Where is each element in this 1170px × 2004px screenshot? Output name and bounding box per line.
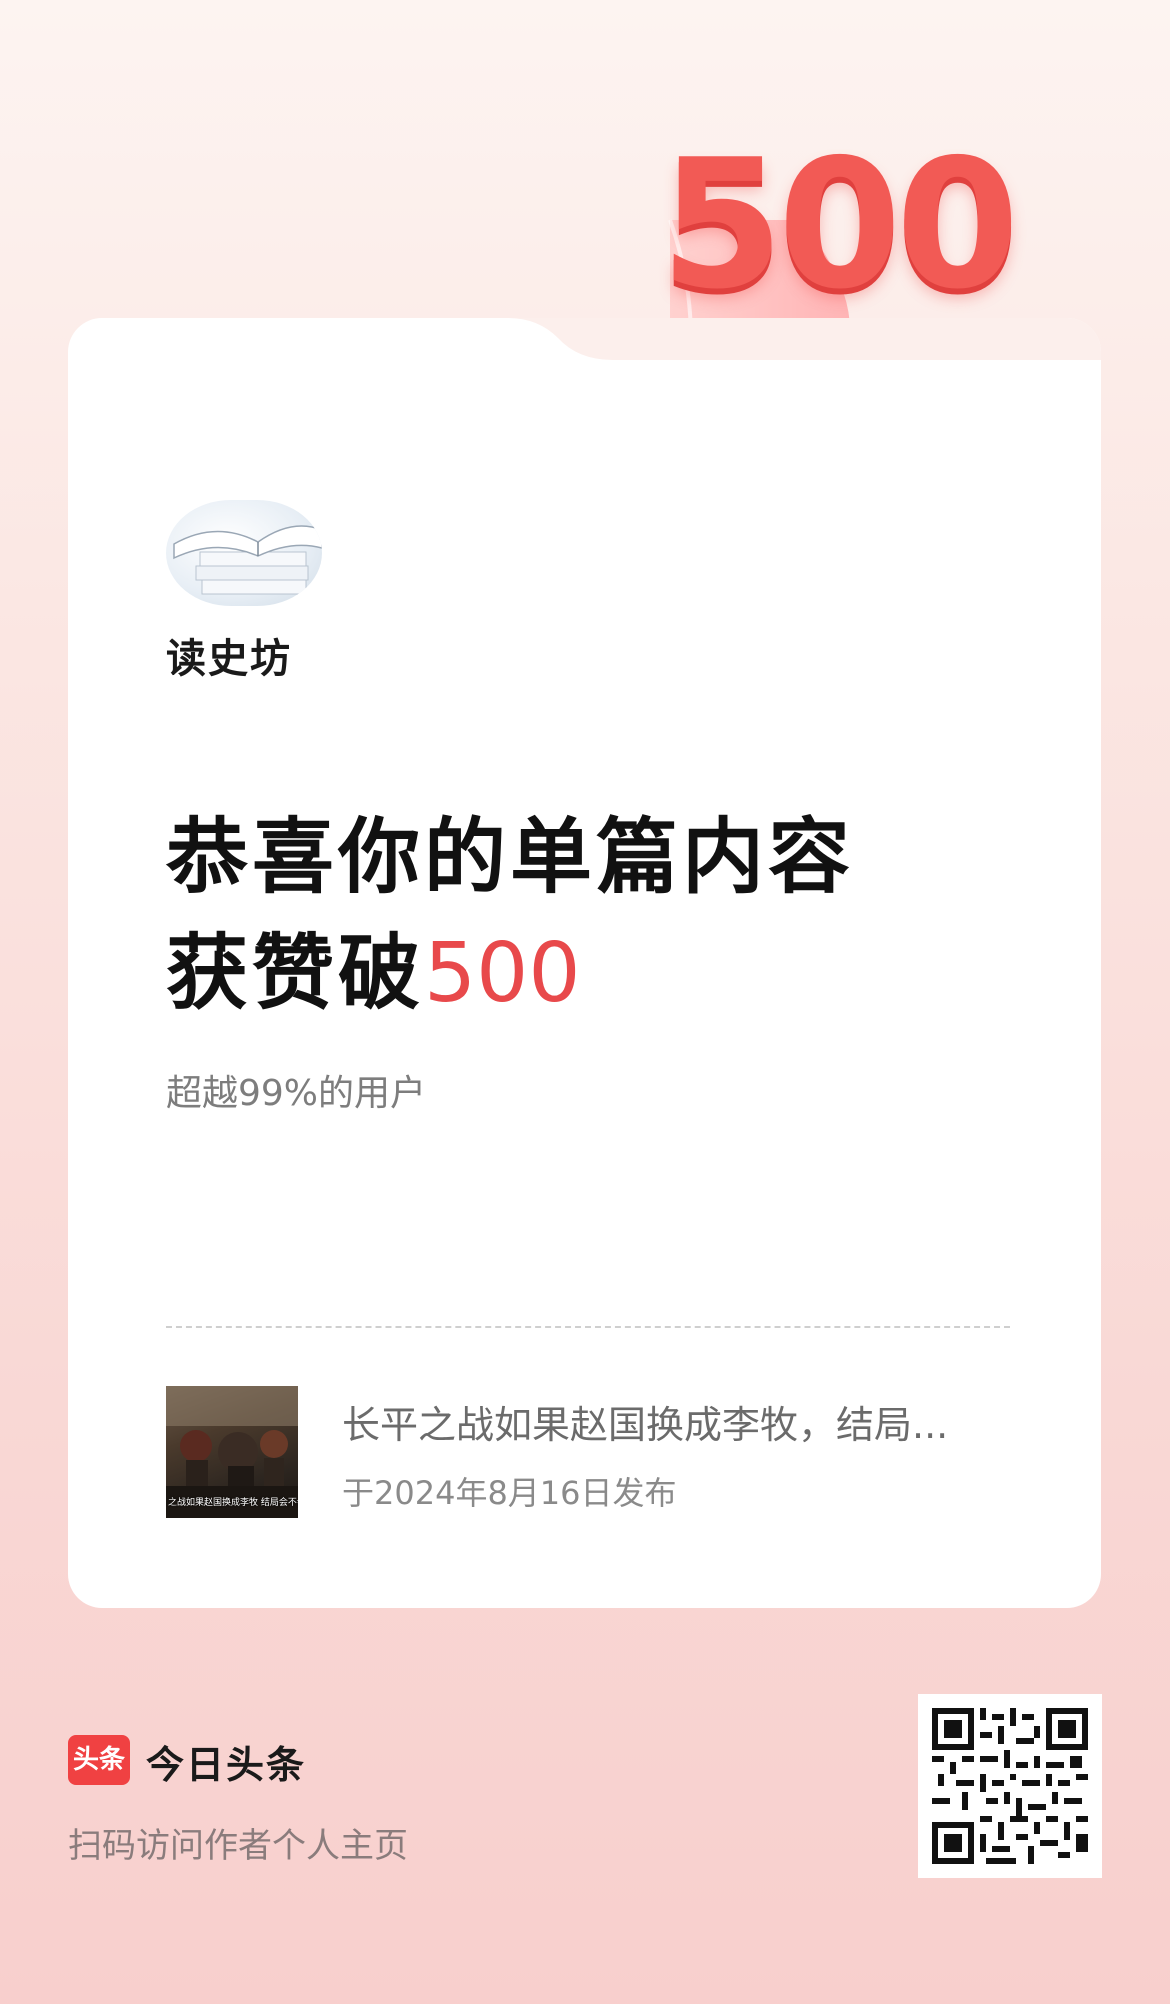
author-name[interactable]: 读史坊 [166, 626, 292, 684]
scan-hint: 扫码访问作者个人主页 [68, 1826, 408, 1866]
headline: 恭喜你的单篇内容 获赞破500 [166, 800, 854, 1032]
headline-line1: 恭喜你的单篇内容 [166, 810, 855, 905]
article-thumbnail[interactable]: 之战如果赵国换成李牧 结局会不会不 [166, 1386, 298, 1518]
toutiao-logo: 头条 [68, 1735, 130, 1785]
article-date: 于2024年8月16日发布 [342, 1474, 677, 1512]
author-avatar[interactable] [166, 500, 322, 606]
subtitle: 超越99%的用户 [166, 1073, 427, 1114]
open-book-avatar [173, 525, 322, 595]
brand-name: 今日头条 [146, 1743, 307, 1787]
headline-line2-prefix: 获赞破 [166, 926, 425, 1021]
headline-like-count: 500 [424, 926, 581, 1021]
dashed-divider [166, 1326, 1010, 1328]
article-title[interactable]: 长平之战如果赵国换成李牧，结局... [342, 1394, 1012, 1449]
headline-line2: 获赞破500 [166, 916, 854, 1032]
thumbnail-caption: 之战如果赵国换成李牧 结局会不会不 [168, 1498, 298, 1508]
badge-number: 500 [660, 121, 1020, 328]
qr-code[interactable] [918, 1694, 1102, 1878]
qr-code-icon [932, 1708, 1088, 1864]
